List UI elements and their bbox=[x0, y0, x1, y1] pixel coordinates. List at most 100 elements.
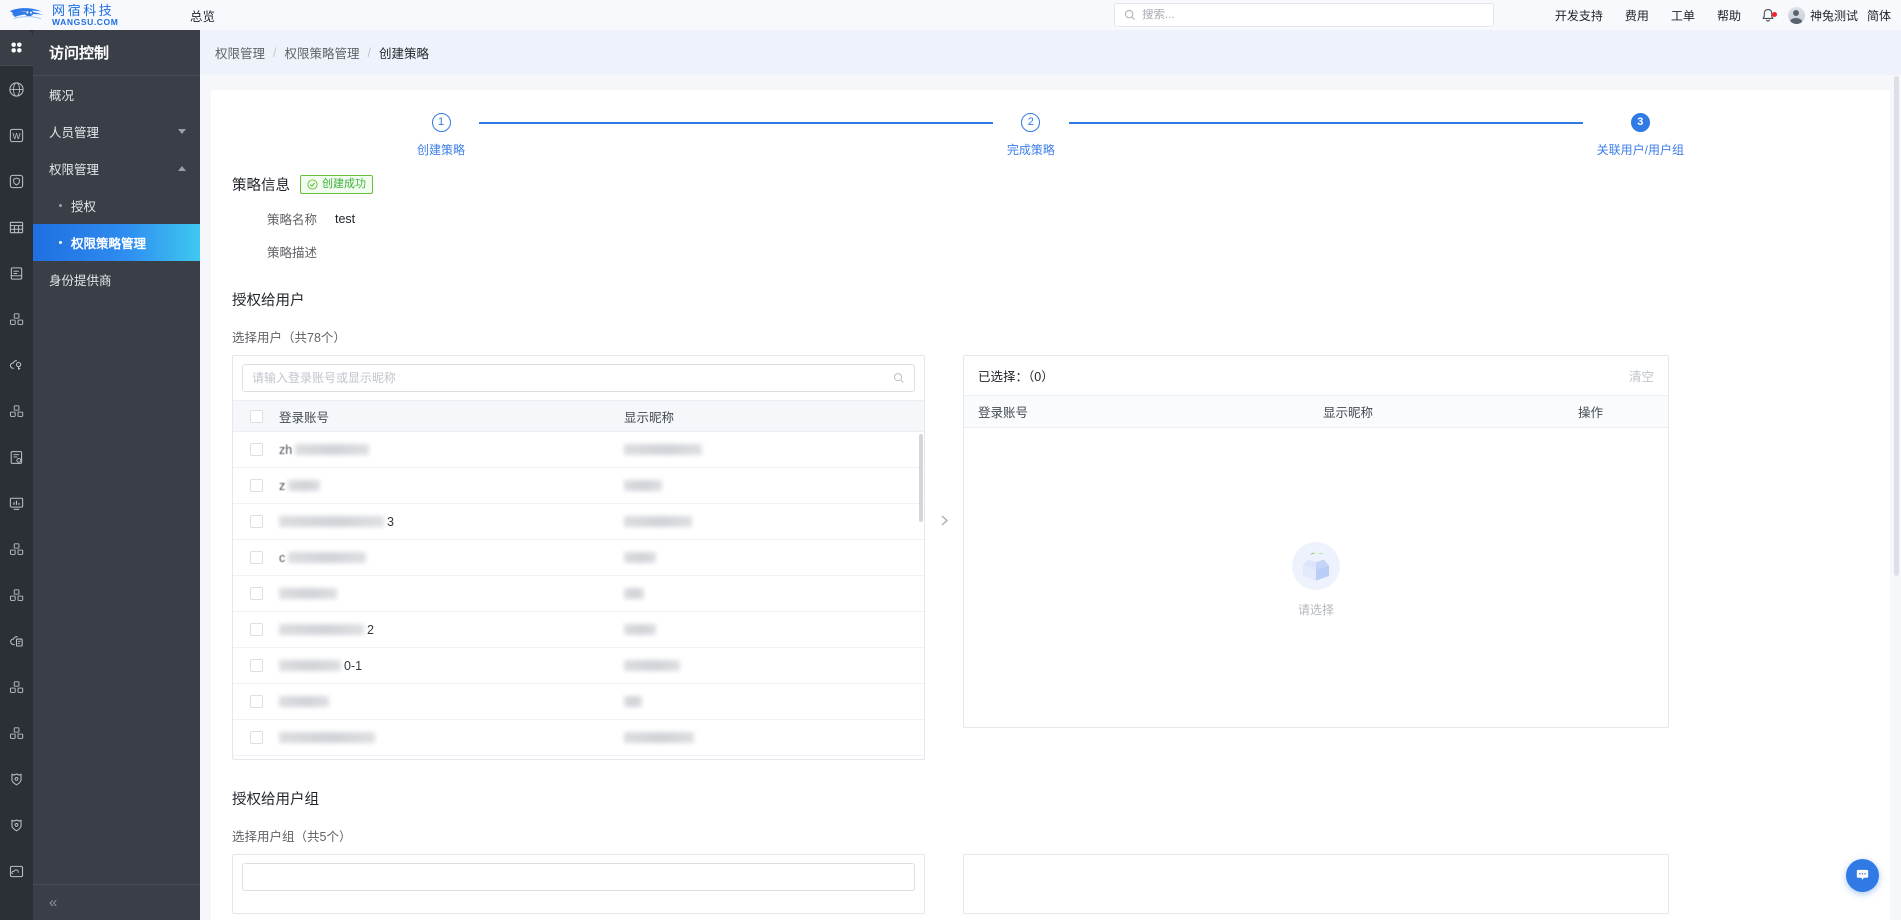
step-number: 2 bbox=[1021, 113, 1041, 132]
shield-location-icon bbox=[9, 174, 24, 188]
rail-item-w-badge[interactable]: W bbox=[0, 112, 33, 158]
header-link-tickets[interactable]: 工单 bbox=[1660, 7, 1706, 24]
cell-account: c bbox=[279, 551, 624, 565]
sidebar-item-identity-provider[interactable]: 身份提供商 bbox=[33, 261, 200, 298]
user-list-scrollbar[interactable] bbox=[919, 434, 923, 522]
user-name-label[interactable]: 神兔测试 bbox=[1805, 7, 1867, 24]
selected-groups-panel bbox=[963, 854, 1669, 914]
row-checkbox[interactable] bbox=[249, 731, 263, 744]
available-users-table-header: 登录账号 显示昵称 bbox=[233, 400, 924, 432]
step-connector-line bbox=[479, 122, 993, 124]
logo-text-en: WANGSU.COM bbox=[52, 16, 119, 27]
redacted-value bbox=[279, 696, 329, 707]
table-row[interactable]: z bbox=[233, 468, 924, 504]
header-link-help[interactable]: 帮助 bbox=[1706, 7, 1752, 24]
rail-item-shield-lock-2[interactable] bbox=[0, 802, 33, 848]
row-checkbox[interactable] bbox=[249, 695, 263, 708]
row-checkbox[interactable] bbox=[249, 623, 263, 636]
available-users-list[interactable]: zh z 3 c 2 0-1 3 bbox=[233, 432, 924, 759]
rail-item-cubes-stack-4[interactable] bbox=[0, 572, 33, 618]
select-all-checkbox[interactable] bbox=[249, 409, 263, 423]
table-row[interactable]: 0-1 bbox=[233, 648, 924, 684]
cell-nickname bbox=[624, 444, 924, 455]
rail-item-cubes-stack-5[interactable] bbox=[0, 664, 33, 710]
rail-item-cloud-key[interactable] bbox=[0, 342, 33, 388]
cloud-doc-icon bbox=[10, 635, 23, 647]
row-checkbox[interactable] bbox=[249, 587, 263, 600]
rail-item-table-grid[interactable] bbox=[0, 204, 33, 250]
nav-overview-link[interactable]: 总览 bbox=[190, 6, 215, 25]
selected-users-header: 已选择：（0） 清空 bbox=[964, 356, 1668, 396]
page-scrollbar[interactable] bbox=[1894, 76, 1899, 576]
rail-item-cubes-stack-6[interactable] bbox=[0, 710, 33, 756]
brand-logo[interactable]: 网宿科技 WANGSU.COM bbox=[8, 4, 168, 27]
sidebar-item-authorization[interactable]: 授权 bbox=[33, 187, 200, 224]
redacted-value bbox=[624, 552, 656, 563]
cubes-stack-icon bbox=[9, 588, 24, 601]
cloud-upload-icon bbox=[9, 865, 24, 877]
selected-users-panel: 已选择：（0） 清空 登录账号 显示昵称 操作 请选择 bbox=[963, 355, 1669, 728]
group-search[interactable] bbox=[242, 863, 915, 891]
column-header-nickname: 显示昵称 bbox=[624, 410, 675, 425]
breadcrumb-current-create-policy: 创建策略 bbox=[379, 47, 430, 61]
header-link-dev-support[interactable]: 开发支持 bbox=[1544, 7, 1614, 24]
cell-nickname bbox=[624, 624, 924, 635]
breadcrumb-item-permission-management[interactable]: 权限管理 bbox=[215, 43, 265, 62]
user-search[interactable] bbox=[242, 364, 915, 392]
search-input[interactable] bbox=[1142, 9, 1484, 21]
step-associate-users[interactable]: 3 关联用户/用户组 bbox=[1597, 113, 1684, 158]
rail-item-document-eye[interactable] bbox=[0, 434, 33, 480]
rail-item-shield-lock-1[interactable] bbox=[0, 756, 33, 802]
rail-item-cloud-doc[interactable] bbox=[0, 618, 33, 664]
table-row[interactable]: 3 bbox=[233, 504, 924, 540]
cell-account: 3 bbox=[279, 515, 624, 529]
sidebar-item-label: 人员管理 bbox=[49, 126, 100, 140]
sidebar-item-permission-management[interactable]: 权限管理 bbox=[33, 150, 200, 187]
table-row[interactable]: zh bbox=[233, 432, 924, 468]
step-complete-policy[interactable]: 2 完成策略 bbox=[1007, 113, 1055, 158]
language-switcher[interactable]: 简体 bbox=[1867, 7, 1895, 24]
row-checkbox[interactable] bbox=[249, 479, 263, 492]
row-checkbox[interactable] bbox=[249, 443, 263, 456]
rail-item-monitor-chart[interactable] bbox=[0, 480, 33, 526]
group-search-input[interactable] bbox=[252, 870, 905, 884]
table-row[interactable]: c bbox=[233, 540, 924, 576]
sidebar-collapse-button[interactable]: « bbox=[33, 884, 200, 920]
column-header-operation: 操作 bbox=[1578, 406, 1604, 420]
redacted-value bbox=[279, 624, 364, 635]
header-link-billing[interactable]: 费用 bbox=[1614, 7, 1660, 24]
rail-item-globe-cdn[interactable] bbox=[0, 66, 33, 112]
transfer-move-right-button[interactable] bbox=[925, 355, 963, 685]
rail-apps-grid-button[interactable] bbox=[0, 30, 33, 66]
row-checkbox[interactable] bbox=[249, 659, 263, 672]
sidebar-item-overview[interactable]: 概况 bbox=[33, 76, 200, 113]
table-row[interactable]: 2 bbox=[233, 612, 924, 648]
sidebar-item-personnel-management[interactable]: 人员管理 bbox=[33, 113, 200, 150]
group-transfer-move-right-button[interactable] bbox=[925, 854, 963, 914]
sidebar-item-policy-management[interactable]: 权限策略管理 bbox=[33, 224, 200, 261]
global-search[interactable] bbox=[1114, 3, 1494, 27]
row-checkbox[interactable] bbox=[249, 551, 263, 564]
user-search-input[interactable] bbox=[252, 371, 888, 385]
w-badge-icon: W bbox=[9, 128, 24, 142]
table-row[interactable] bbox=[233, 684, 924, 720]
user-avatar[interactable] bbox=[1787, 6, 1805, 24]
breadcrumb-item-policy-management[interactable]: 权限策略管理 bbox=[285, 43, 360, 62]
table-row[interactable] bbox=[233, 576, 924, 612]
rail-item-cloud-upload[interactable] bbox=[0, 848, 33, 894]
breadcrumb-separator: / bbox=[367, 45, 371, 60]
step-create-policy[interactable]: 1 创建策略 bbox=[417, 113, 465, 158]
clear-selection-button[interactable]: 清空 bbox=[1629, 366, 1654, 385]
table-row[interactable]: 3 bbox=[233, 756, 924, 759]
row-checkbox[interactable] bbox=[249, 515, 263, 528]
rail-item-cubes-stack-2[interactable] bbox=[0, 388, 33, 434]
notification-bell-button[interactable] bbox=[1752, 8, 1784, 23]
rail-item-document-lines[interactable] bbox=[0, 250, 33, 296]
rail-item-shield-location[interactable] bbox=[0, 158, 33, 204]
chat-support-button[interactable] bbox=[1846, 859, 1879, 892]
select-users-label: 选择用户（共78个） bbox=[232, 331, 346, 345]
table-row[interactable] bbox=[233, 720, 924, 756]
rail-item-cubes-stack-1[interactable] bbox=[0, 296, 33, 342]
rail-item-cubes-stack-3[interactable] bbox=[0, 526, 33, 572]
cloud-key-icon bbox=[9, 359, 22, 370]
